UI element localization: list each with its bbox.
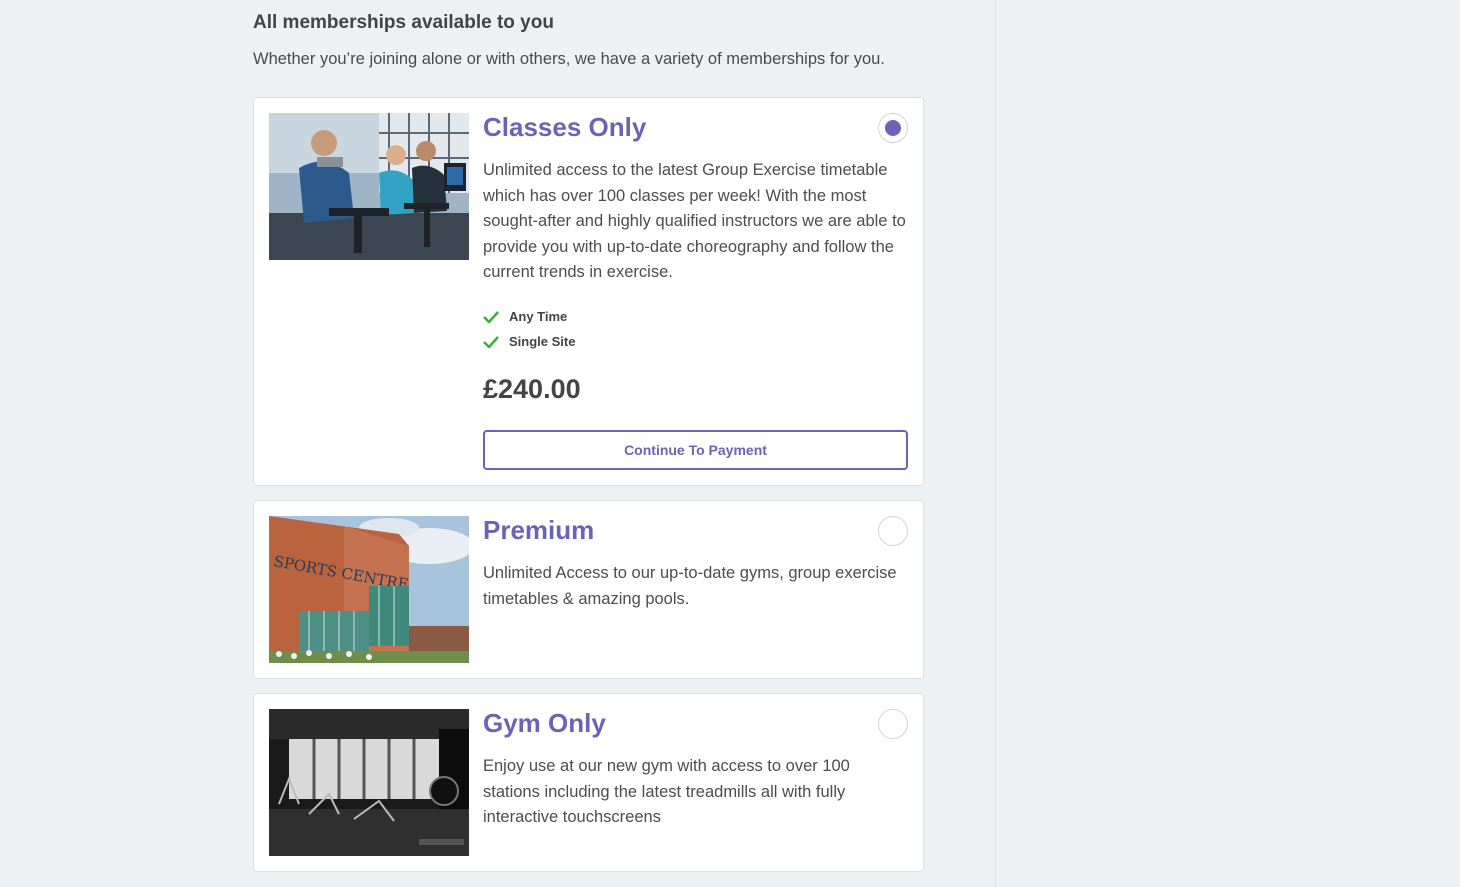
gym-floor-photo: [269, 709, 469, 856]
membership-price: £240.00: [483, 374, 581, 404]
check-icon: [483, 310, 499, 323]
feature-list: Any Time Single Site: [483, 304, 575, 354]
feature-label: Any Time: [509, 309, 568, 324]
right-panel: [996, 0, 1460, 887]
page: All memberships available to you Whether…: [0, 0, 1460, 887]
check-icon: [483, 335, 499, 348]
membership-title: Classes Only: [483, 112, 647, 142]
membership-description: Unlimited access to the latest Group Exe…: [483, 161, 906, 282]
section-title: All memberships available to you: [253, 12, 554, 33]
membership-radio-selected[interactable]: [878, 113, 908, 143]
spin-class-photo: [269, 113, 469, 260]
membership-card-premium[interactable]: SPORTS CENTRE Premium Unlimited Access t…: [253, 500, 924, 679]
membership-description: Unlimited Access to our up-to-date gyms,…: [483, 564, 897, 608]
continue-to-payment-button[interactable]: Continue To Payment: [483, 430, 908, 470]
feature-label: Single Site: [509, 334, 576, 349]
membership-card-classes-only[interactable]: Classes Only Unlimited access to the lat…: [253, 97, 924, 486]
feature-item: Single Site: [483, 329, 575, 354]
membership-radio[interactable]: [878, 709, 908, 739]
membership-title: Premium: [483, 515, 595, 545]
sports-centre-building-photo: SPORTS CENTRE: [269, 516, 469, 663]
membership-card-gym-only[interactable]: Gym Only Enjoy use at our new gym with a…: [253, 693, 924, 872]
membership-title: Gym Only: [483, 708, 606, 738]
membership-radio[interactable]: [878, 516, 908, 546]
section-subtitle: Whether you’re joining alone or with oth…: [253, 50, 885, 68]
membership-description: Enjoy use at our new gym with access to …: [483, 757, 850, 827]
feature-item: Any Time: [483, 304, 575, 329]
